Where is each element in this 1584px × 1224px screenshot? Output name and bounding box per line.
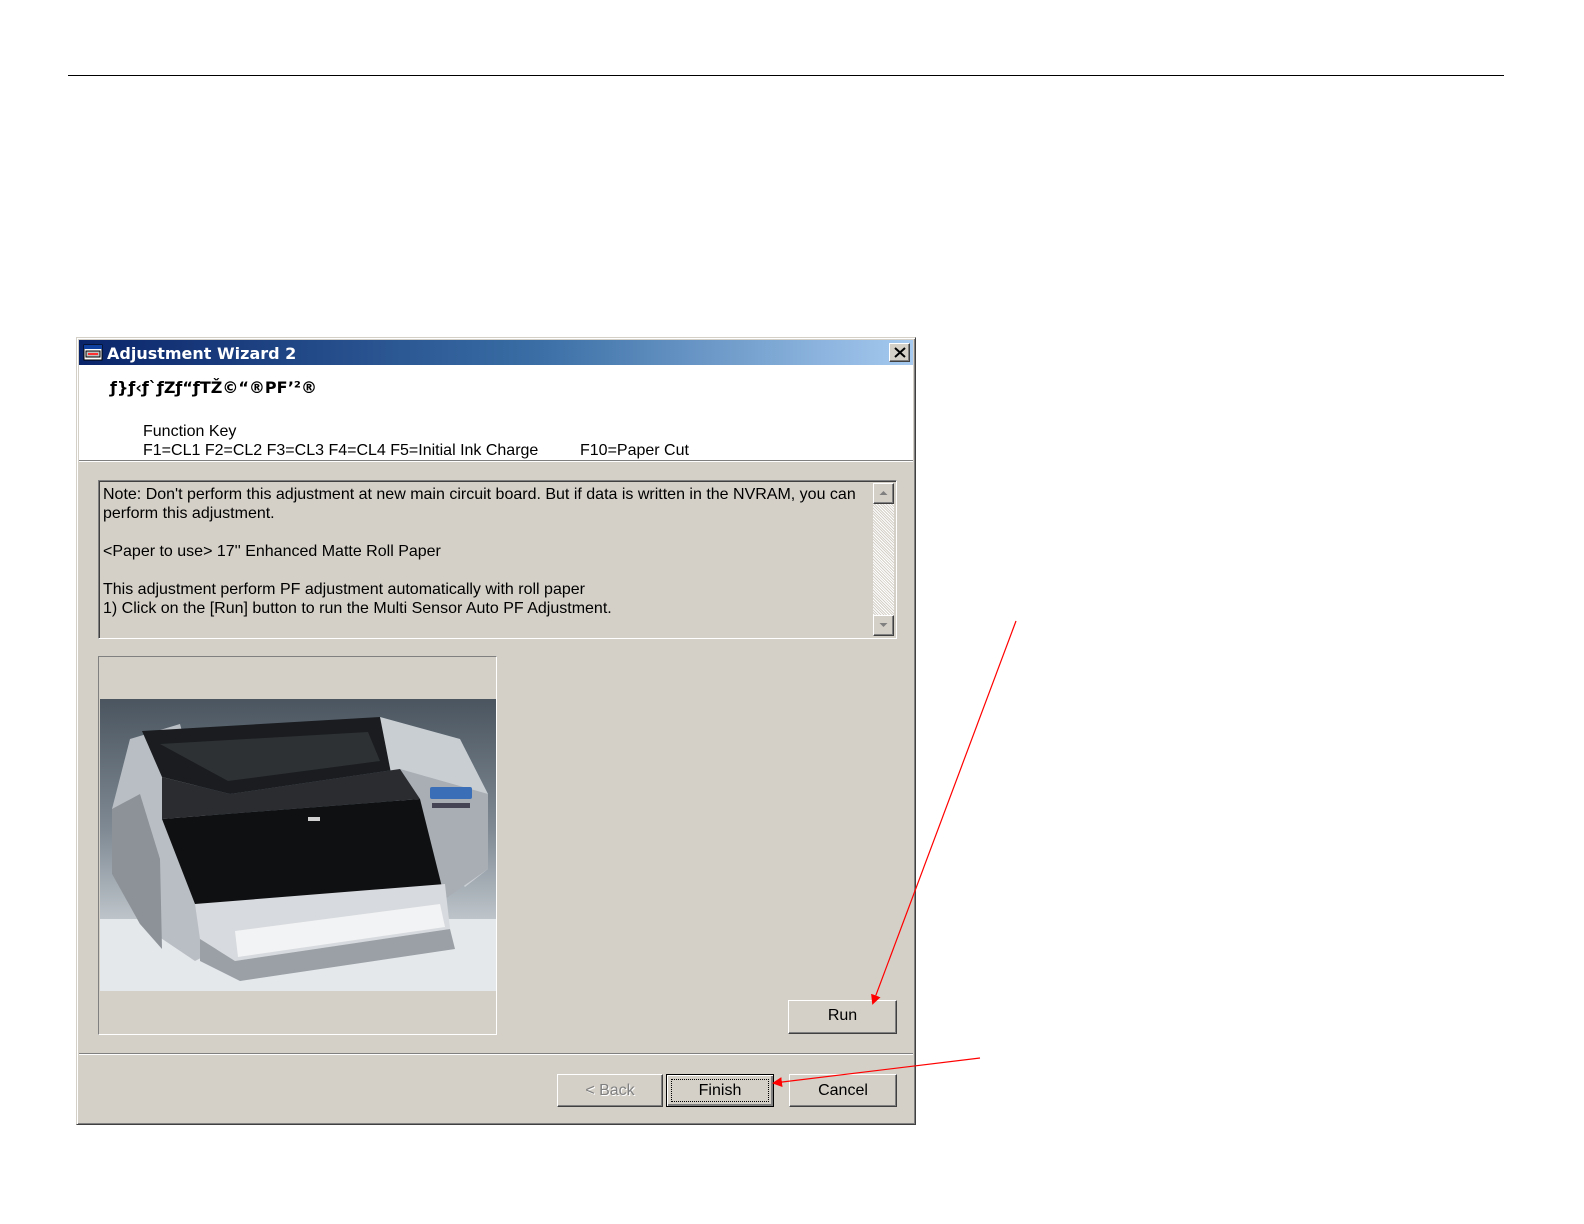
wizard-step-title: ƒ}ƒ‹ƒ`ƒZƒ“ƒTŽ©“®PF’²® <box>110 378 317 397</box>
run-button[interactable]: Run <box>788 1000 897 1034</box>
wizard-header: ƒ}ƒ‹ƒ`ƒZƒ“ƒTŽ©“®PF’²® Function Key F1=CL… <box>79 365 913 461</box>
title-bar[interactable]: Adjustment Wizard 2 <box>79 340 913 365</box>
footer-separator-highlight <box>79 1054 913 1055</box>
function-key-list: F1=CL1 F2=CL2 F3=CL3 F4=CL4 F5=Initial I… <box>143 442 539 459</box>
note-line: 1) Click on the [Run] button to run the … <box>103 600 612 617</box>
close-icon <box>894 347 906 358</box>
back-button[interactable]: < Back <box>557 1074 663 1107</box>
instructions-text: Note: Don't perform this adjustment at n… <box>103 485 868 618</box>
paper-to-use-line: <Paper to use> 17'' Enhanced Matte Roll … <box>103 543 441 560</box>
printer-image-frame <box>98 656 497 1035</box>
scroll-up-button[interactable] <box>873 483 894 504</box>
arrow-up-icon <box>879 491 888 495</box>
finish-button[interactable]: Finish <box>666 1074 774 1107</box>
finish-button-label: Finish <box>698 1082 742 1099</box>
instructions-textbox[interactable]: Note: Don't perform this adjustment at n… <box>98 480 897 639</box>
cancel-button[interactable]: Cancel <box>789 1074 897 1107</box>
note-line: This adjustment perform PF adjustment au… <box>103 581 585 598</box>
window-title: Adjustment Wizard 2 <box>107 344 297 363</box>
printer-window-icon <box>83 343 103 362</box>
header-separator <box>79 461 913 462</box>
close-button[interactable] <box>889 343 910 362</box>
note-line: perform this adjustment. <box>103 505 275 522</box>
function-key-label: Function Key <box>143 423 237 440</box>
function-key-paper-cut: F10=Paper Cut <box>580 442 689 459</box>
note-line: Note: Don't perform this adjustment at n… <box>103 486 856 503</box>
printer-image <box>100 699 496 991</box>
vertical-scrollbar[interactable] <box>873 483 894 636</box>
adjustment-wizard-dialog: Adjustment Wizard 2 ƒ}ƒ‹ƒ`ƒZƒ“ƒTŽ©“®PF’²… <box>76 337 916 1125</box>
arrow-down-icon <box>879 623 888 627</box>
page-top-rule <box>68 75 1504 76</box>
scroll-down-button[interactable] <box>873 615 894 636</box>
